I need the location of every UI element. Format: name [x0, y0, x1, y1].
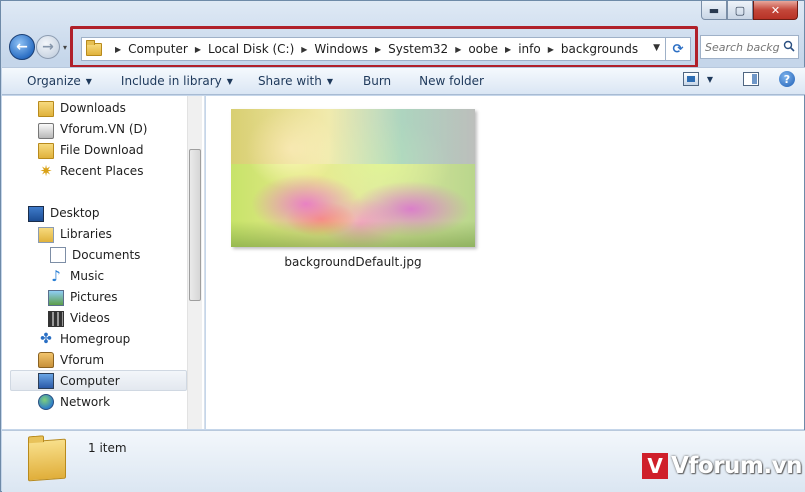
burn-button[interactable]: Burn — [346, 68, 404, 94]
breadcrumb-computer[interactable]: Computer — [128, 42, 188, 56]
navigation-scrollbar[interactable] — [187, 96, 202, 429]
new-folder-label: New folder — [419, 74, 484, 88]
maximize-button[interactable]: ▢ — [727, 1, 753, 20]
documents-icon — [50, 246, 66, 263]
include-in-library-label: Include in library — [120, 74, 222, 88]
share-with-menu[interactable]: Share with ▼ — [246, 68, 346, 94]
share-with-label: Share with — [257, 74, 322, 88]
back-button[interactable]: ← — [9, 34, 35, 60]
nav-item-label: Music — [70, 268, 105, 283]
folder-icon — [86, 39, 102, 56]
homegroup-icon: ✤ — [40, 330, 52, 347]
search-icon[interactable] — [783, 40, 795, 52]
item-count: 1 item — [88, 441, 127, 455]
nav-item-computer[interactable]: Computer — [10, 370, 187, 391]
desktop-icon — [28, 205, 44, 222]
organize-menu[interactable]: Organize ▼ — [2, 68, 105, 94]
breadcrumb-info[interactable]: info — [518, 42, 541, 56]
nav-item-label: Homegroup — [60, 331, 131, 346]
chevron-down-icon: ▼ — [226, 76, 233, 86]
minimize-button[interactable]: ▬ — [701, 1, 727, 20]
explorer-window: ▬ ▢ ✕ ← → ▾ ▶ Computer ▶ Local Disk (C:)… — [0, 0, 805, 492]
chevron-down-icon: ▼ — [326, 76, 333, 86]
nav-item-desktop[interactable]: Desktop — [28, 202, 212, 223]
nav-item-videos[interactable]: Videos — [48, 307, 232, 328]
chevron-right-icon[interactable]: ▶ — [301, 45, 307, 54]
details-pane: 1 item V Vforum.vn — [2, 430, 805, 492]
nav-item-label: Vforum — [60, 352, 105, 367]
nav-item-label: File Download — [60, 142, 144, 157]
chevron-right-icon[interactable]: ▶ — [115, 45, 121, 54]
chevron-down-icon: ▼ — [85, 76, 92, 86]
view-options-dropdown[interactable]: ▼ — [707, 75, 713, 84]
nav-item-label: Libraries — [60, 226, 112, 241]
chevron-right-icon[interactable]: ▶ — [455, 45, 461, 54]
nav-item-label: Documents — [72, 247, 141, 262]
folder-icon — [38, 142, 54, 159]
network-icon — [38, 393, 54, 410]
videos-icon — [48, 310, 64, 327]
search-input[interactable] — [705, 40, 780, 54]
vforum-logo-icon: V — [642, 453, 669, 479]
recent-pages-dropdown[interactable]: ▾ — [63, 43, 67, 52]
command-bar: Organize ▼ Include in library ▼ Share wi… — [2, 67, 805, 95]
help-icon[interactable]: ? — [779, 71, 795, 87]
recent-places-icon: ✷ — [39, 161, 53, 180]
close-button[interactable]: ✕ — [753, 1, 798, 20]
preview-pane-icon[interactable] — [743, 72, 759, 86]
breadcrumb-backgrounds[interactable]: backgrounds — [561, 42, 638, 56]
organize-label: Organize — [27, 74, 81, 88]
breadcrumb: ▶ Computer ▶ Local Disk (C:) ▶ Windows ▶… — [108, 42, 638, 56]
chevron-right-icon[interactable]: ▶ — [548, 45, 554, 54]
chevron-right-icon[interactable]: ▶ — [375, 45, 381, 54]
new-folder-button[interactable]: New folder — [404, 68, 497, 94]
nav-item-label: Pictures — [70, 289, 118, 304]
nav-item-label: Videos — [70, 310, 110, 325]
drive-icon — [38, 123, 54, 139]
scrollbar-thumb[interactable] — [189, 149, 201, 301]
address-bar[interactable]: ▶ Computer ▶ Local Disk (C:) ▶ Windows ▶… — [81, 37, 691, 61]
computer-icon — [38, 373, 54, 389]
change-view-icon[interactable] — [682, 72, 699, 86]
music-icon: ♪ — [51, 266, 61, 285]
breadcrumb-system32[interactable]: System32 — [388, 42, 448, 56]
nav-item-pictures[interactable]: Pictures — [48, 286, 232, 307]
nav-item-music[interactable]: ♪ Music — [48, 265, 232, 286]
folder-icon — [28, 438, 66, 482]
nav-item-documents[interactable]: Documents — [48, 244, 232, 265]
address-history-dropdown[interactable]: ▼ — [653, 43, 660, 53]
image-thumbnail[interactable] — [231, 109, 475, 247]
vforum-watermark: V Vforum.vn — [642, 453, 802, 479]
refresh-button[interactable]: ⟳ — [665, 37, 690, 61]
pictures-icon — [48, 289, 64, 306]
view-controls: ▼ ? — [682, 71, 795, 87]
nav-item-label: Computer — [60, 373, 120, 388]
chevron-right-icon[interactable]: ▶ — [195, 45, 201, 54]
nav-item-label: Vforum.VN (D) — [60, 121, 148, 136]
nav-item-label: Desktop — [50, 205, 100, 220]
burn-label: Burn — [363, 74, 392, 88]
nav-item-label: Downloads — [60, 100, 126, 115]
user-folder-icon — [38, 351, 54, 368]
chevron-right-icon[interactable]: ▶ — [505, 45, 511, 54]
file-list: backgroundDefault.jpg — [206, 96, 804, 429]
navigation-buttons: ← → ▾ — [9, 34, 67, 60]
breadcrumb-windows[interactable]: Windows — [314, 42, 368, 56]
watermark-text: Vforum.vn — [671, 453, 802, 479]
breadcrumb-local-disk[interactable]: Local Disk (C:) — [208, 42, 294, 56]
breadcrumb-oobe[interactable]: oobe — [468, 42, 498, 56]
nav-item-label: Network — [60, 394, 111, 409]
folder-icon — [38, 100, 54, 117]
include-in-library-menu[interactable]: Include in library ▼ — [105, 68, 246, 94]
search-box[interactable] — [700, 35, 799, 59]
nav-item-label: Recent Places — [60, 163, 144, 178]
address-bar-highlight: ▶ Computer ▶ Local Disk (C:) ▶ Windows ▶… — [70, 26, 698, 68]
navigation-pane: Downloads Vforum.VN (D) File Download ✷ … — [2, 96, 205, 429]
forward-button[interactable]: → — [36, 35, 60, 59]
libraries-icon — [38, 226, 54, 243]
file-name-label[interactable]: backgroundDefault.jpg — [231, 255, 475, 269]
caption-buttons: ▬ ▢ ✕ — [701, 1, 798, 20]
